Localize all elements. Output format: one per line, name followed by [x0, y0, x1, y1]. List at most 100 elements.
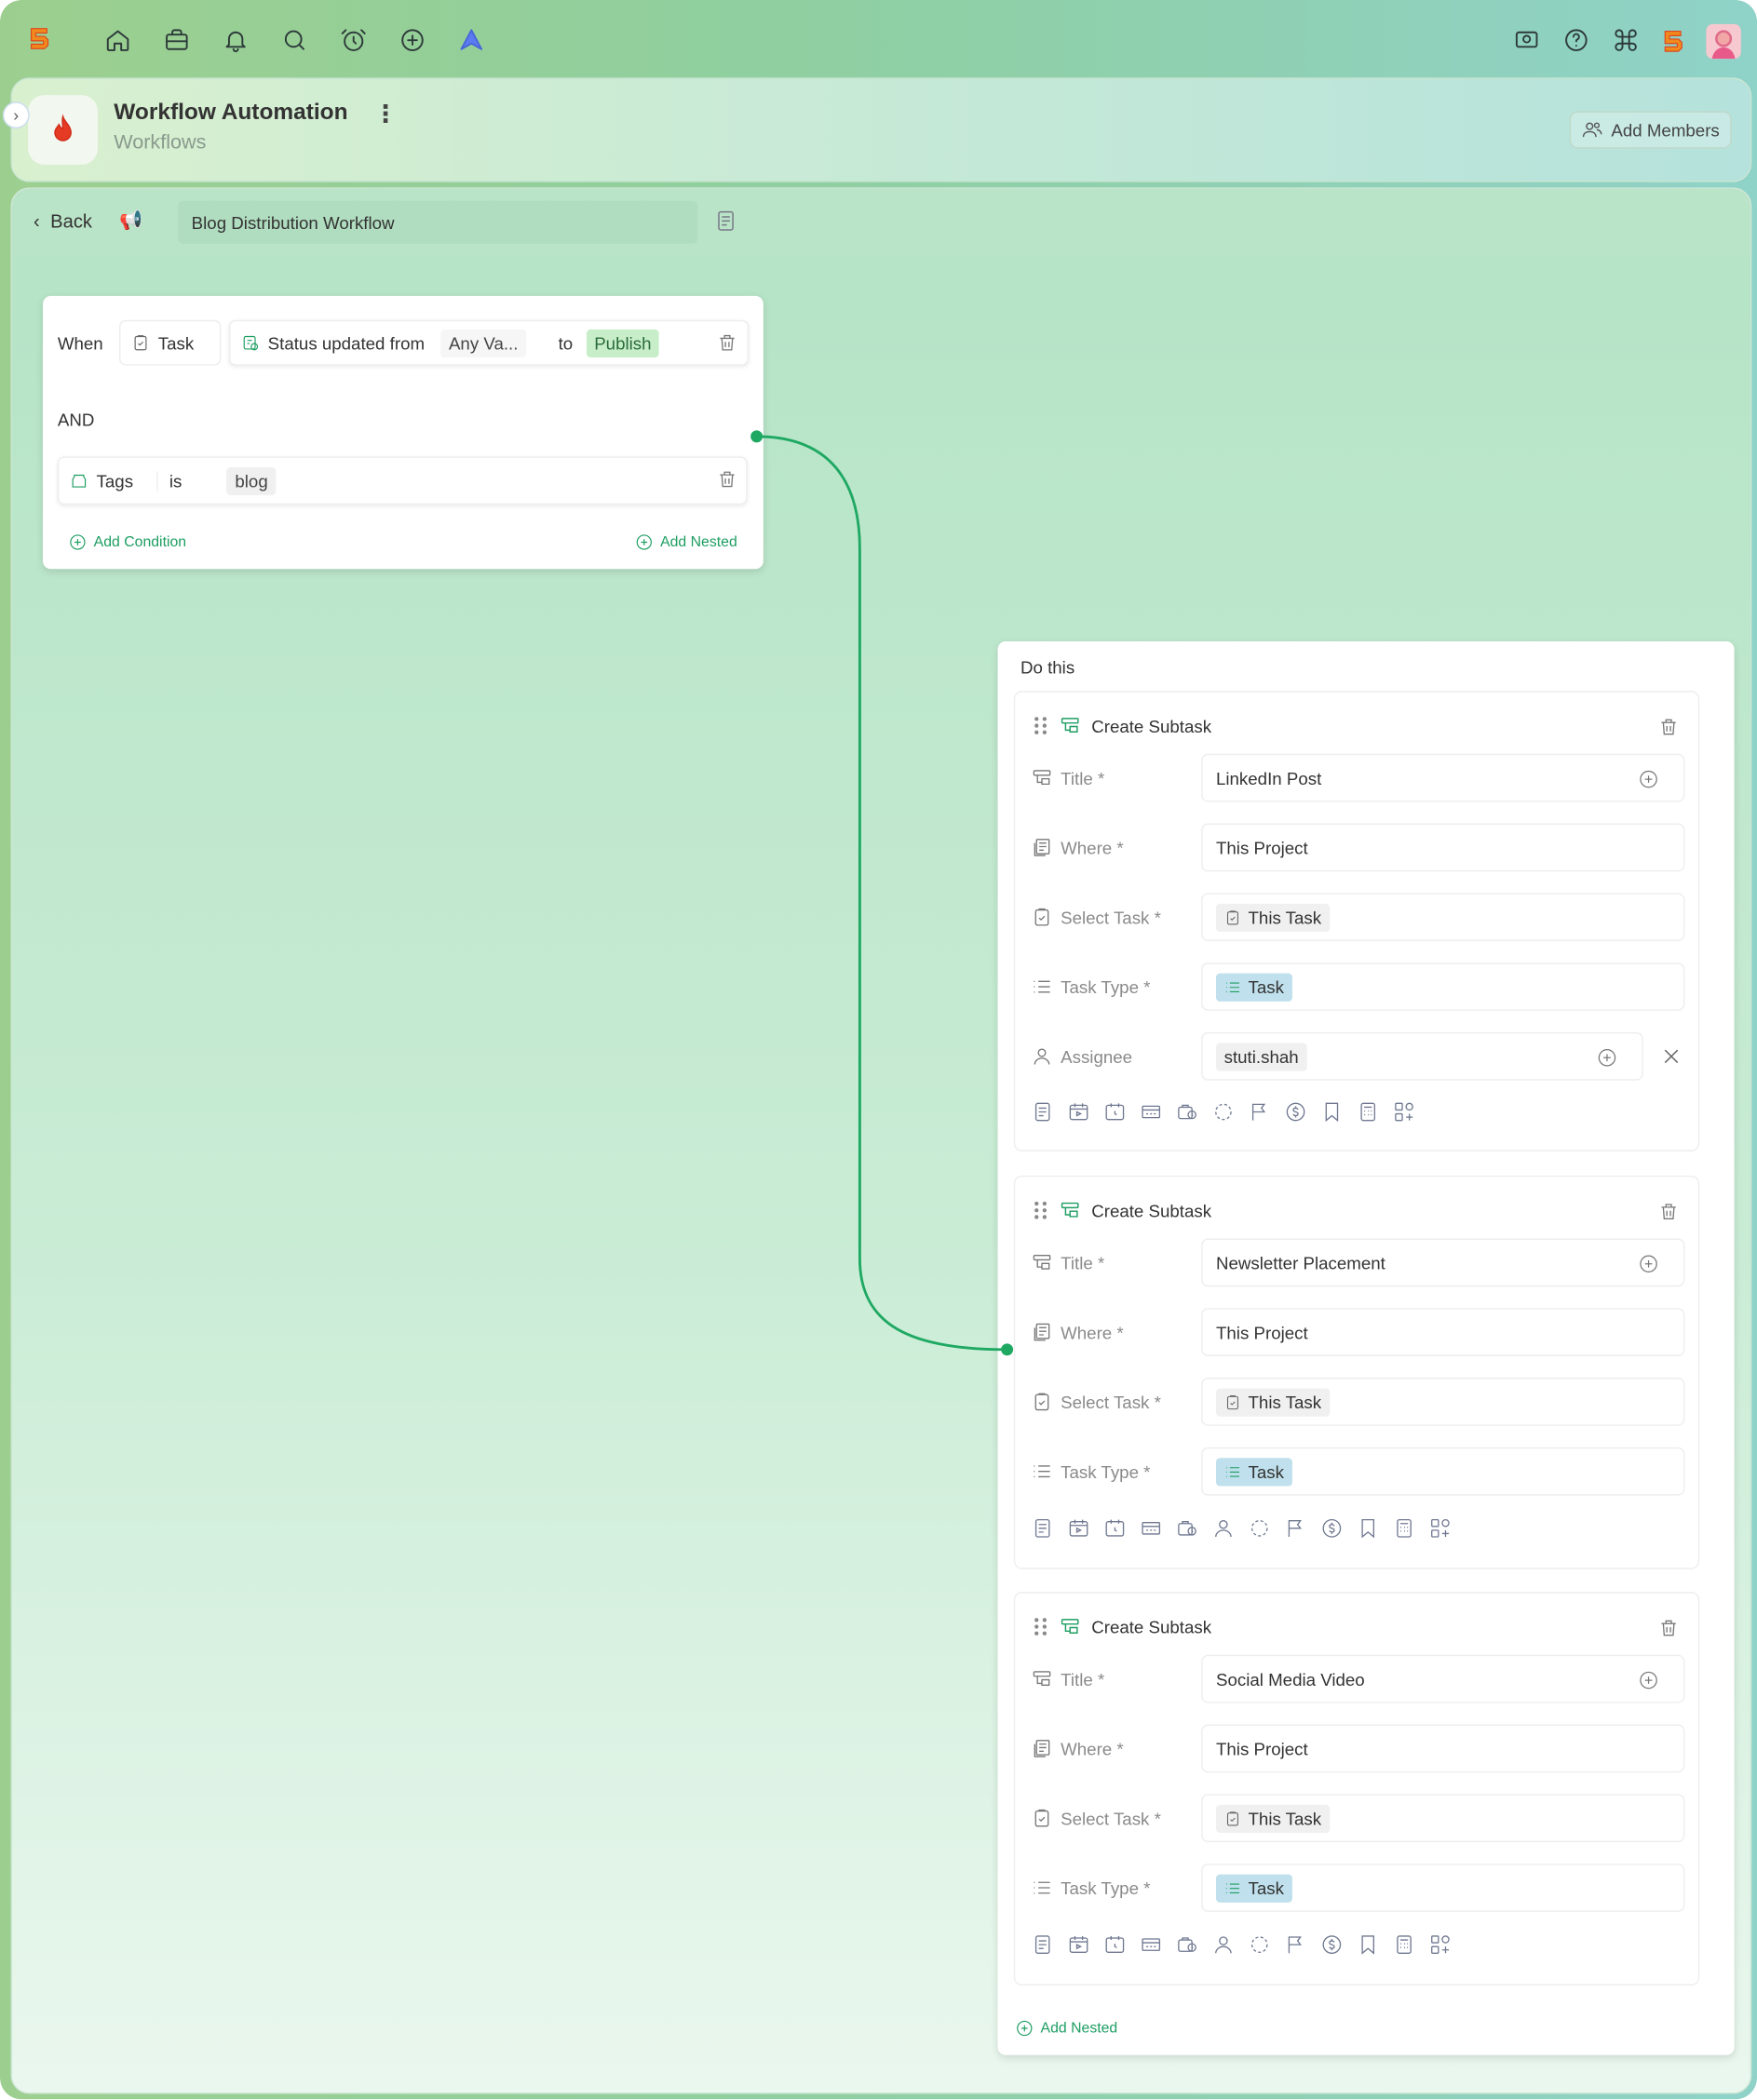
action-name: Create Subtask: [1091, 1201, 1212, 1221]
start-date-icon[interactable]: [1067, 1933, 1089, 1956]
where-select[interactable]: This Project: [1201, 1724, 1685, 1773]
bookmark-icon[interactable]: [1320, 1100, 1343, 1123]
priority-flag-icon[interactable]: [1284, 1933, 1306, 1956]
title-input[interactable]: LinkedIn Post: [1201, 753, 1685, 802]
search-icon[interactable]: [281, 27, 308, 54]
status-icon[interactable]: [1248, 1517, 1270, 1540]
title-input[interactable]: Social Media Video: [1201, 1654, 1685, 1703]
status-icon[interactable]: [1248, 1933, 1270, 1956]
help-icon[interactable]: [1562, 27, 1589, 54]
add-nested-action-button[interactable]: Add Nested: [1015, 2019, 1117, 2038]
cost-icon[interactable]: [1284, 1100, 1306, 1123]
document-icon[interactable]: [714, 209, 738, 239]
title-input[interactable]: Newsletter Placement: [1201, 1238, 1685, 1287]
bookmark-icon[interactable]: [1357, 1933, 1379, 1956]
project-logo[interactable]: [28, 95, 98, 165]
page-subtitle[interactable]: Workflows: [114, 131, 206, 154]
select-task-select[interactable]: This Task: [1201, 893, 1685, 942]
add-variable-icon[interactable]: [1638, 1670, 1659, 1695]
breadcrumb: ‹ Back 📢 Blog Distribution Workflow: [11, 188, 1750, 256]
user-avatar[interactable]: [1706, 23, 1741, 60]
home-icon[interactable]: [104, 27, 131, 54]
drag-handle-icon[interactable]: [1034, 716, 1047, 734]
priority-flag-icon[interactable]: [1248, 1100, 1270, 1123]
bell-icon[interactable]: [223, 27, 250, 54]
to-status-select[interactable]: Publish: [586, 329, 660, 357]
priority-flag-icon[interactable]: [1284, 1517, 1306, 1540]
calculator-icon[interactable]: [1393, 1933, 1415, 1956]
time-tracked-icon[interactable]: [1176, 1517, 1198, 1540]
description-icon[interactable]: [1031, 1100, 1053, 1123]
add-variable-icon[interactable]: [1638, 769, 1659, 794]
due-date-icon[interactable]: [1103, 1933, 1126, 1956]
from-status-select[interactable]: Any Va...: [440, 329, 527, 357]
workflow-name-input[interactable]: Blog Distribution Workflow: [178, 200, 698, 244]
add-nested-label: Add Nested: [660, 533, 737, 551]
entity-select[interactable]: Task: [119, 319, 222, 366]
add-condition-button[interactable]: Add Condition: [68, 532, 186, 551]
time-tracked-icon[interactable]: [1176, 1933, 1198, 1956]
list-icon: [1225, 1882, 1239, 1893]
task-type-select[interactable]: Task: [1201, 1447, 1685, 1496]
app-logo-icon[interactable]: [27, 24, 54, 51]
delete-action-icon[interactable]: [1658, 1617, 1680, 1638]
tag-value-chip[interactable]: blog: [226, 466, 277, 495]
delete-condition-icon[interactable]: [716, 332, 737, 354]
cost-icon[interactable]: [1320, 1933, 1343, 1956]
assignee-select[interactable]: stuti.shah: [1201, 1031, 1643, 1081]
command-icon[interactable]: [1613, 27, 1640, 54]
sidebar-expand-button[interactable]: ›: [2, 101, 30, 129]
delete-action-icon[interactable]: [1658, 716, 1680, 737]
custom-fields-icon[interactable]: [1429, 1517, 1452, 1540]
task-type-select[interactable]: Task: [1201, 962, 1685, 1011]
due-date-icon[interactable]: [1103, 1517, 1126, 1540]
add-variable-icon[interactable]: [1638, 1253, 1659, 1278]
custom-fields-icon[interactable]: [1429, 1933, 1452, 1956]
due-date-icon[interactable]: [1103, 1100, 1126, 1123]
custom-fields-icon[interactable]: [1393, 1100, 1415, 1123]
drag-handle-icon[interactable]: [1034, 1617, 1047, 1636]
delete-action-icon[interactable]: [1658, 1201, 1680, 1222]
tag-field-label[interactable]: Tags: [97, 471, 134, 491]
time-estimate-icon[interactable]: [1140, 1100, 1162, 1123]
workspace-logo-icon[interactable]: [1660, 27, 1687, 54]
select-task-select[interactable]: This Task: [1201, 1794, 1685, 1843]
calculator-icon[interactable]: [1393, 1517, 1415, 1540]
task-type-select[interactable]: Task: [1201, 1864, 1685, 1912]
briefcase-icon[interactable]: [163, 27, 190, 54]
action-name: Create Subtask: [1091, 716, 1212, 737]
add-circle-icon[interactable]: [399, 27, 426, 54]
delete-tag-condition-icon[interactable]: [716, 468, 737, 490]
start-date-icon[interactable]: [1067, 1517, 1089, 1540]
time-estimate-icon[interactable]: [1140, 1517, 1162, 1540]
assignee-icon[interactable]: [1212, 1933, 1235, 1956]
where-select[interactable]: This Project: [1201, 823, 1685, 872]
drag-handle-icon[interactable]: [1034, 1201, 1047, 1219]
where-select[interactable]: This Project: [1201, 1308, 1685, 1356]
title-label: Title *: [1061, 768, 1105, 789]
cost-icon[interactable]: [1320, 1517, 1343, 1540]
start-date-icon[interactable]: [1067, 1100, 1089, 1123]
add-assignee-icon[interactable]: [1596, 1047, 1617, 1072]
add-nested-button[interactable]: Add Nested: [635, 532, 737, 551]
title-field-row: Title * LinkedIn Post: [1015, 753, 1698, 802]
assignee-field-row: Assignee stuti.shah: [1015, 1031, 1698, 1081]
add-members-button[interactable]: Add Members: [1569, 111, 1732, 149]
video-call-icon[interactable]: [1513, 27, 1540, 54]
tag-operator-select[interactable]: is: [156, 470, 211, 491]
more-options-icon[interactable]: ⋮: [373, 101, 398, 128]
calculator-icon[interactable]: [1357, 1100, 1379, 1123]
description-icon[interactable]: [1031, 1517, 1053, 1540]
bookmark-icon[interactable]: [1357, 1517, 1379, 1540]
description-icon[interactable]: [1031, 1933, 1053, 1956]
time-tracked-icon[interactable]: [1176, 1100, 1198, 1123]
alarm-clock-icon[interactable]: [340, 27, 367, 54]
megaphone-icon[interactable]: 📢: [119, 209, 142, 231]
assignee-icon[interactable]: [1212, 1517, 1235, 1540]
time-estimate-icon[interactable]: [1140, 1933, 1162, 1956]
back-button[interactable]: ‹ Back: [34, 210, 92, 232]
remove-field-icon[interactable]: [1660, 1045, 1682, 1073]
select-task-select[interactable]: This Task: [1201, 1378, 1685, 1426]
status-icon[interactable]: [1212, 1100, 1235, 1123]
ai-assistant-icon[interactable]: [458, 27, 485, 54]
